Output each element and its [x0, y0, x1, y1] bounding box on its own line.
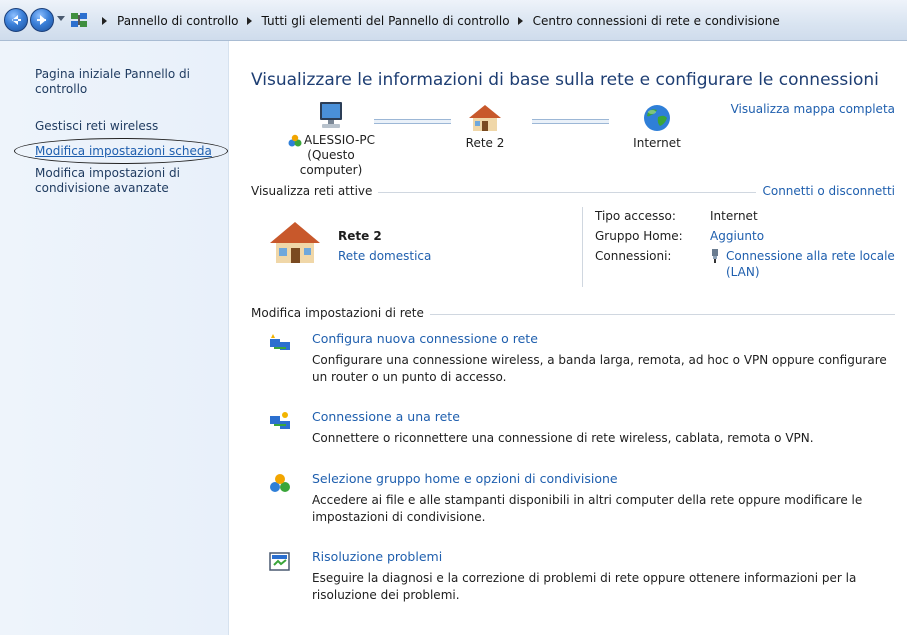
new-connection-icon [270, 334, 290, 350]
task-description: Eseguire la diagnosi e la correzione di … [312, 571, 857, 602]
chevron-right-icon[interactable] [246, 17, 252, 25]
homegroup-icon [270, 474, 290, 492]
network-type-link[interactable]: Rete domestica [338, 249, 431, 263]
task-description: Configurare una connessione wireless, a … [312, 353, 887, 384]
sidebar-item-manage-wireless[interactable]: Gestisci reti wireless [35, 119, 225, 134]
sidebar-item-adapter-settings[interactable]: Modifica impostazioni scheda [35, 144, 225, 159]
task-description: Connettere o riconnettere una connession… [312, 431, 814, 445]
task-link[interactable]: Connessione a una rete [312, 409, 460, 424]
property-label: Gruppo Home: [595, 229, 683, 243]
vertical-divider [582, 207, 583, 287]
house-icon [270, 222, 320, 263]
back-button[interactable] [4, 8, 28, 32]
task-link[interactable]: Risoluzione problemi [312, 549, 442, 564]
computer-subtitle: (Questo computer) [299, 148, 363, 177]
troubleshoot-icon [269, 552, 290, 571]
breadcrumb: Pannello di controllo Tutti gli elementi… [96, 12, 782, 30]
local-area-connection-link[interactable]: Connessione alla rete locale (LAN) [726, 248, 896, 280]
connect-disconnect-link[interactable]: Connetti o disconnetti [756, 184, 895, 198]
map-connector [532, 119, 609, 124]
map-computer: ALESSIO-PC (Questo computer) [276, 101, 386, 178]
main-content: Visualizzare le informazioni di base sul… [229, 41, 907, 635]
task-description: Accedere ai file e alle stampanti dispon… [312, 493, 863, 524]
history-dropdown-icon[interactable] [57, 16, 65, 21]
globe-icon [644, 105, 670, 131]
chevron-right-icon[interactable] [102, 17, 107, 25]
change-settings-label: Modifica impostazioni di rete [251, 306, 430, 320]
property-label: Connessioni: [595, 249, 672, 263]
access-type-value: Internet [710, 209, 758, 223]
task-link[interactable]: Configura nuova connessione o rete [312, 331, 538, 346]
active-network-name: Rete 2 [338, 229, 382, 243]
active-network: Rete 2 Rete domestica [269, 215, 599, 275]
change-settings-header: Modifica impostazioni di rete [251, 306, 895, 322]
connect-network-icon [270, 412, 290, 429]
view-full-map-link[interactable]: Visualizza mappa completa [731, 102, 895, 116]
network-center-icon [71, 13, 87, 27]
sidebar-item-advanced-sharing[interactable]: Modifica impostazioni di condivisione av… [35, 166, 225, 196]
task-link[interactable]: Selezione gruppo home e opzioni di condi… [312, 471, 618, 486]
ethernet-plug-icon [712, 249, 718, 263]
computer-name: ALESSIO-PC [304, 133, 375, 147]
forward-button[interactable] [30, 8, 54, 32]
sidebar: Pagina iniziale Pannello di controllo Ge… [0, 41, 229, 635]
internet-label: Internet [633, 136, 681, 150]
house-icon [469, 105, 501, 131]
breadcrumb-control-panel[interactable]: Pannello di controllo [115, 14, 241, 28]
chevron-right-icon[interactable] [517, 17, 523, 25]
computer-icon [320, 102, 342, 128]
breadcrumb-all-items[interactable]: Tutti gli elementi del Pannello di contr… [260, 14, 512, 28]
address-bar: Pannello di controllo Tutti gli elementi… [0, 0, 907, 41]
map-connector [374, 119, 451, 124]
network-name: Rete 2 [465, 136, 505, 150]
page-title: Visualizzare le informazioni di base sul… [251, 70, 879, 90]
arrow-left-icon [12, 15, 21, 25]
active-networks-label: Visualizza reti attive [251, 184, 379, 198]
sidebar-item-control-panel-home[interactable]: Pagina iniziale Pannello di controllo [35, 67, 225, 97]
property-label: Tipo accesso: [595, 209, 676, 223]
map-network: Rete 2 [455, 104, 515, 151]
homegroup-value-link[interactable]: Aggiunto [710, 228, 900, 244]
arrow-right-icon [37, 15, 46, 25]
active-networks-header: Visualizza reti attive Connetti o discon… [251, 184, 895, 200]
breadcrumb-network-center[interactable]: Centro connessioni di rete e condivision… [531, 14, 782, 28]
map-internet: Internet [622, 104, 692, 151]
homegroup-small-icon [288, 134, 302, 147]
